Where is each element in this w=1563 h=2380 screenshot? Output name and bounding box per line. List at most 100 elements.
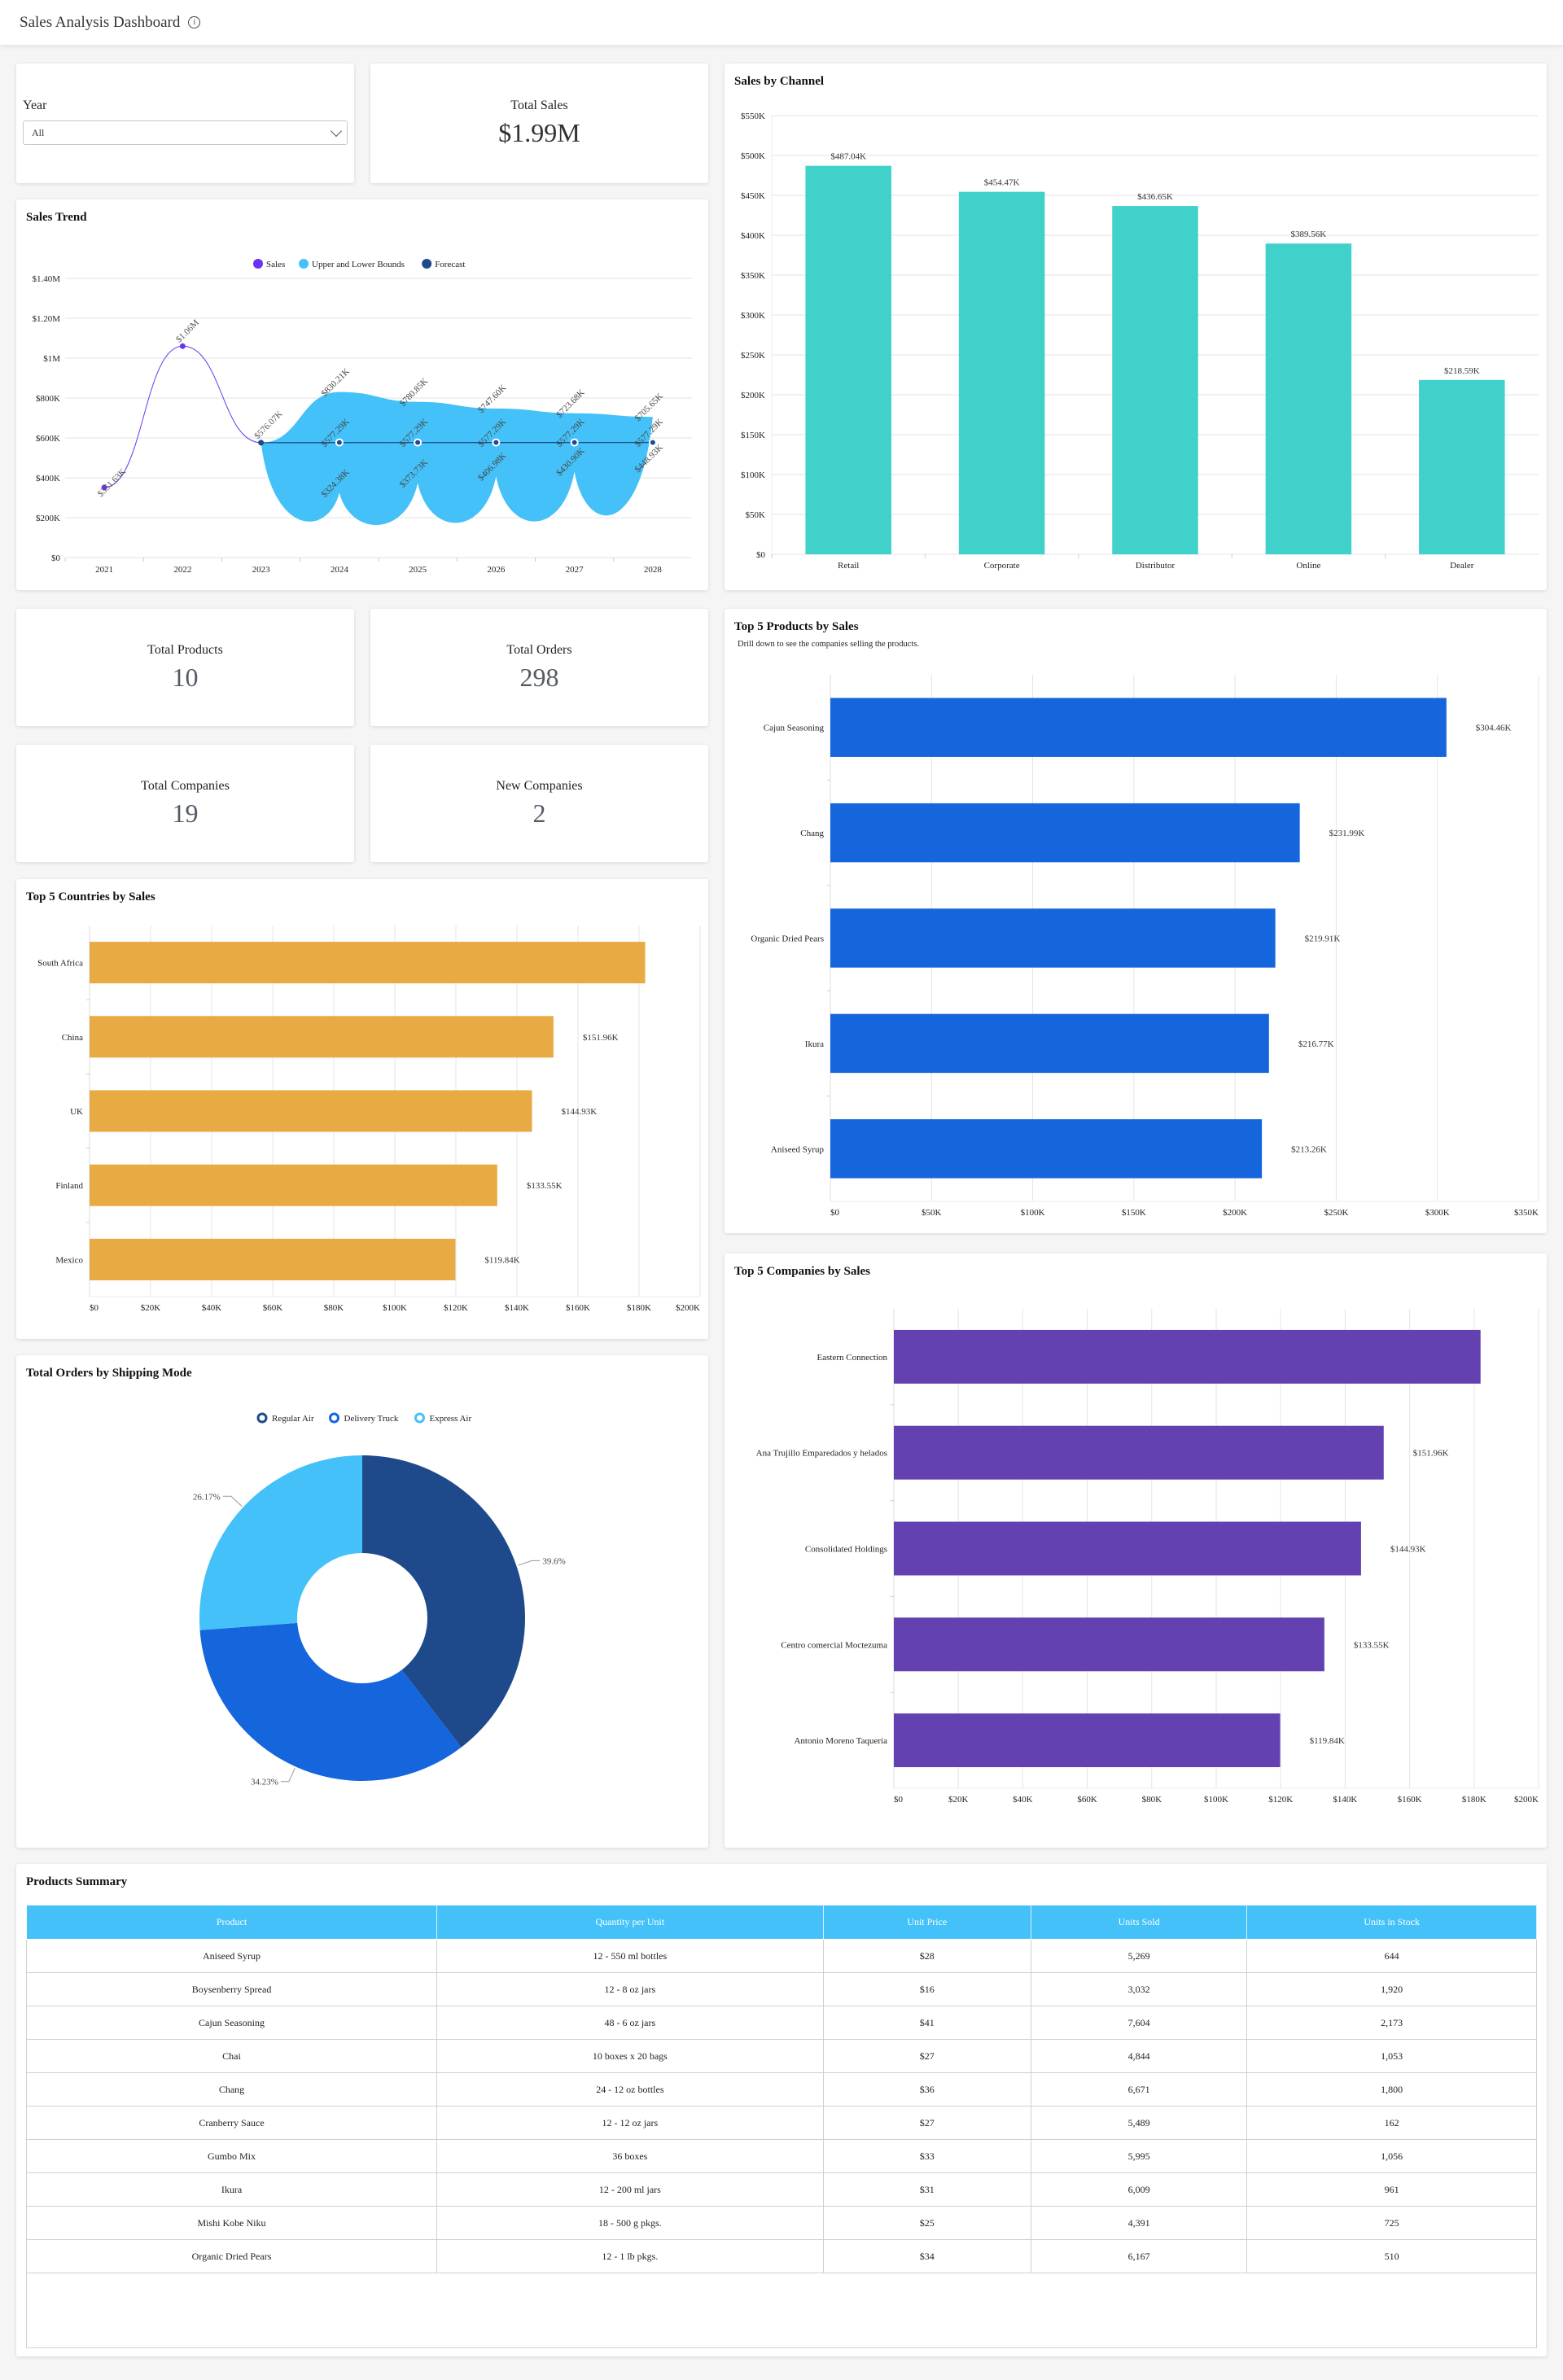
table-cell: Mishi Kobe Niku xyxy=(25,2206,438,2240)
column-header[interactable]: Product xyxy=(25,1905,438,1940)
bar xyxy=(958,191,1045,555)
table-cell: Organic Dried Pears xyxy=(25,2239,438,2273)
table-cell: 6,671 xyxy=(1030,2072,1248,2107)
y-tick-label: $0 xyxy=(51,553,61,563)
bar xyxy=(830,1119,1263,1179)
y-tick-label: $550K xyxy=(741,112,765,121)
bar xyxy=(1419,379,1505,554)
y-tick-label: $1.40M xyxy=(32,274,60,284)
bar xyxy=(805,165,891,554)
y-tick-label: UK xyxy=(70,1107,83,1117)
table-row: Chai 10 boxes x 20 bags $27 4,844 1,053 xyxy=(25,2039,1537,2073)
kpi-total-products: Total Products 10 xyxy=(16,609,354,726)
x-tick-label: $50K xyxy=(922,1208,942,1218)
column-header[interactable]: Units Sold xyxy=(1030,1905,1248,1940)
forecast-point xyxy=(570,438,579,447)
table-cell: 12 - 200 ml jars xyxy=(436,2172,824,2207)
legend-label: Express Air xyxy=(430,1414,472,1424)
x-tick-label: $200K xyxy=(1223,1208,1247,1218)
bar xyxy=(90,1238,456,1280)
x-tick-label: Distributor xyxy=(1136,561,1176,571)
y-tick-label: $300K xyxy=(741,311,765,321)
table-row: Aniseed Syrup 12 - 550 ml bottles $28 5,269… xyxy=(25,1939,1537,1973)
page-title: Sales Analysis Dashboard xyxy=(20,13,181,31)
y-tick-label: Ana Trujillo Emparedados y helados xyxy=(756,1449,887,1459)
kpi-value: $1.99M xyxy=(498,118,580,147)
x-tick-label: $140K xyxy=(505,1303,529,1313)
bar xyxy=(894,1521,1361,1576)
y-tick-label: $0 xyxy=(756,550,766,560)
x-tick-label: $20K xyxy=(948,1795,969,1805)
shipping-mode-chart: Regular Air Delivery Truck Express Air 39.6… xyxy=(193,1412,566,1787)
kpi-total-companies: Total Companies 19 xyxy=(16,745,354,862)
table-cell: 12 - 12 oz jars xyxy=(436,2106,824,2140)
x-tick-label: $300K xyxy=(1425,1208,1450,1218)
data-label: $436.65K xyxy=(1137,192,1173,202)
table-cell: $31 xyxy=(822,2172,1031,2207)
x-tick-label: $250K xyxy=(1324,1208,1348,1218)
kpi-value: 19 xyxy=(172,798,199,828)
data-label: $576.07K xyxy=(252,409,284,441)
table-cell: 725 xyxy=(1246,2206,1537,2240)
y-tick-label: Organic Dried Pears xyxy=(751,934,824,944)
table-cell: 162 xyxy=(1246,2106,1537,2140)
kpi-value: 2 xyxy=(532,798,546,828)
table-cell: 5,995 xyxy=(1030,2139,1248,2173)
x-tick-label: 2027 xyxy=(566,565,584,575)
y-tick-label: $1M xyxy=(43,354,60,364)
column-header[interactable]: Quantity per Unit xyxy=(436,1905,824,1940)
x-tick-label: $40K xyxy=(202,1303,222,1313)
data-label: $213.26K xyxy=(1291,1144,1327,1154)
y-tick-label: Aniseed Syrup xyxy=(771,1144,825,1154)
sales-trend-chart: Sales Upper and Lower Bounds Forecast $0 $20… xyxy=(32,259,692,575)
table-cell: 6,167 xyxy=(1030,2239,1248,2273)
table-cell: 5,489 xyxy=(1030,2106,1248,2140)
year-select[interactable]: All xyxy=(23,120,348,145)
legend-marker xyxy=(422,259,432,269)
x-tick-label: 2026 xyxy=(487,565,506,575)
y-tick-label: $800K xyxy=(36,394,60,404)
data-label: $216.77K xyxy=(1298,1039,1334,1049)
data-label: $231.99K xyxy=(1329,829,1365,838)
info-icon[interactable]: i xyxy=(188,16,201,28)
table-cell: 12 - 1 lb pkgs. xyxy=(436,2239,824,2273)
x-tick-label: $160K xyxy=(566,1303,590,1313)
bar xyxy=(830,908,1276,968)
y-tick-label: Chang xyxy=(800,829,824,838)
table-cell: 510 xyxy=(1246,2239,1537,2273)
data-label: $133.55K xyxy=(527,1181,563,1191)
kpi-label: Total Products xyxy=(147,642,223,657)
y-tick-label: $350K xyxy=(741,271,765,281)
legend-marker xyxy=(253,259,263,269)
data-label: 26.17% xyxy=(193,1492,221,1502)
x-tick-label: $60K xyxy=(263,1303,283,1313)
table-cell: 644 xyxy=(1246,1939,1537,1973)
data-label: 34.23% xyxy=(251,1778,278,1787)
label-leader xyxy=(518,1560,541,1566)
table-row: Organic Dried Pears 12 - 1 lb pkgs. $34 6,1… xyxy=(25,2239,1537,2273)
x-tick-label: 2028 xyxy=(644,565,663,575)
table-cell: 2,173 xyxy=(1246,2006,1537,2040)
sales-by-channel-chart: $0 $50K $100K $150K $200K $250K $300K $350K $400… xyxy=(741,112,1539,571)
top-products-card: Top 5 Products by Sales Drill down to se… xyxy=(725,609,1547,1233)
table-cell: 24 - 12 oz bottles xyxy=(436,2072,824,2107)
bar xyxy=(830,803,1300,863)
y-tick-label: Centro comercial Moctezuma xyxy=(781,1640,887,1650)
column-header[interactable]: Units in Stock xyxy=(1246,1905,1537,1940)
year-select-value: All xyxy=(32,126,45,138)
x-tick-label: $180K xyxy=(1462,1795,1486,1805)
table-cell: 3,032 xyxy=(1030,1972,1248,2006)
data-label: $151.96K xyxy=(583,1033,619,1043)
column-header[interactable]: Unit Price xyxy=(822,1905,1031,1940)
data-label: $351.63K xyxy=(96,467,128,499)
x-tick-label: Corporate xyxy=(984,561,1020,571)
top-products-chart: $0 $50K $100K $150K $200K $250K $300K $350K Caju… xyxy=(751,675,1539,1218)
sales-line xyxy=(104,345,261,488)
data-label: $119.84K xyxy=(484,1255,519,1265)
table-row: Cranberry Sauce 12 - 12 oz jars $27 5,489 16… xyxy=(25,2106,1537,2140)
legend-marker xyxy=(299,259,309,269)
card-title: Products Summary xyxy=(26,1875,128,1888)
y-tick-label: $500K xyxy=(741,151,765,161)
table-cell: $36 xyxy=(822,2072,1031,2107)
y-tick-label: $400K xyxy=(741,231,765,241)
